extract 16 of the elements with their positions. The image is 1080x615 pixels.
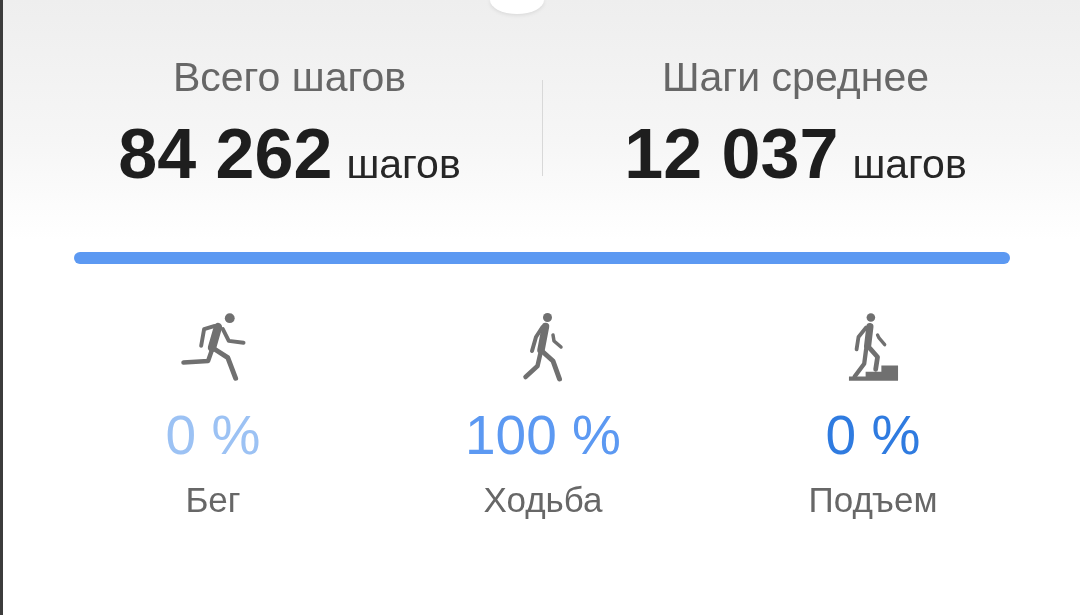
- stat-unit: шагов: [852, 142, 967, 186]
- stat-value: 84 262: [118, 118, 333, 190]
- person-climbing-stairs-icon: [847, 312, 899, 382]
- activity-percent: 100 %: [465, 407, 621, 463]
- circle-handle[interactable]: [490, 0, 544, 14]
- activity-label: Ходьба: [483, 481, 603, 519]
- stat-label: Всего шагов: [172, 55, 407, 99]
- stat-unit: шагов: [346, 142, 461, 186]
- activity-label: Бег: [185, 481, 241, 519]
- stat-label: Шаги среднее: [662, 55, 929, 99]
- stat-value: 12 037: [624, 118, 839, 190]
- activity-percent: 0 %: [825, 407, 921, 463]
- activity-label: Подъем: [808, 481, 938, 519]
- running-person-icon: [180, 312, 246, 382]
- walking-person-icon: [522, 312, 564, 382]
- activity-percent: 0 %: [165, 407, 261, 463]
